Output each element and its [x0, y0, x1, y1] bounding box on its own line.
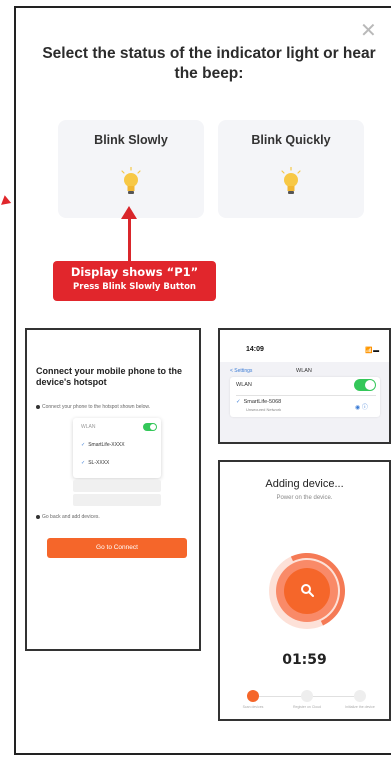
wlan-header: WLAN: [296, 368, 312, 374]
signal-battery-icon: 📶 ▬: [365, 348, 379, 354]
step-register-cloud: Register on Cloud: [287, 690, 327, 710]
close-icon[interactable]: ✕: [360, 18, 377, 42]
check-icon: ✓: [81, 460, 86, 466]
wlan-row-label: WLAN: [236, 382, 252, 388]
placeholder-row: [73, 480, 161, 492]
arrow-shaft: [128, 212, 131, 262]
blink-slowly-option[interactable]: Blink Slowly: [58, 120, 204, 218]
hotspot-title: Connect your mobile phone to the device'…: [36, 366, 182, 387]
wlan-toggle[interactable]: [354, 379, 376, 391]
network-item[interactable]: ✓ SmartLife-XXXX: [73, 438, 161, 452]
wlan-settings-panel: 14:09 📶 ▬ < Settings WLAN WLAN ✓ SmartLif…: [218, 328, 391, 444]
search-icon: [301, 584, 314, 597]
callout-line-1: Display shows “P1”: [70, 265, 199, 279]
bulb-icon: [121, 166, 141, 194]
step-text: Connect your phone to the hotspot shown …: [42, 404, 151, 410]
network-subtitle: Unsecured Network: [246, 407, 282, 412]
step-indicator-icon: [247, 690, 259, 702]
bulb-icon: [281, 166, 301, 194]
placeholder-row: [73, 494, 161, 506]
back-link[interactable]: < Settings: [230, 368, 252, 374]
option-label: Blink Quickly: [251, 133, 331, 147]
hotspot-screenshot-panel: Connect your mobile phone to the device'…: [25, 328, 201, 651]
adding-title: Adding device...: [265, 478, 344, 490]
step-label: Register on Cloud: [292, 705, 321, 709]
network-name: SmartLife-5068: [243, 399, 282, 405]
step-scan-devices: Scan devices: [233, 690, 273, 710]
instruction-callout: Display shows “P1” Press Blink Slowly Bu…: [53, 261, 216, 301]
bullet-icon: [36, 404, 40, 409]
bullet-icon: [36, 514, 40, 519]
network-name: SL-XXXX: [88, 460, 110, 466]
adding-subtitle: Power on the device.: [276, 495, 333, 501]
check-icon: ✓: [81, 442, 86, 448]
network-name: SmartLife-XXXX: [88, 442, 125, 448]
divider: [236, 395, 376, 396]
countdown-timer: 01:59: [282, 652, 327, 668]
edge-arrow-icon: [0, 195, 12, 209]
hotspot-step-1: Connect your phone to the hotspot shown …: [36, 404, 150, 410]
step-initialize: Initialize the device: [340, 690, 380, 710]
check-icon: ✓: [236, 399, 241, 405]
step-indicator-icon: [354, 690, 366, 702]
step-indicator-icon: [301, 690, 313, 702]
wlan-list-card: WLAN ✓ SmartLife-XXXX ✓ SL-XXXX: [73, 418, 161, 478]
option-label: Blink Slowly: [94, 133, 168, 147]
status-time: 14:09: [246, 346, 264, 353]
step-label: Initialize the device: [345, 705, 375, 709]
hotspot-step-2: Go back and add devices.: [36, 514, 100, 520]
go-to-connect-button[interactable]: Go to Connect: [47, 538, 187, 558]
step-label: Scan devices: [242, 705, 264, 709]
network-item[interactable]: ✓ SL-XXXX: [73, 456, 161, 470]
wlan-toggle[interactable]: [143, 423, 157, 431]
connected-network[interactable]: ✓ SmartLife-5068 Unsecured Network: [236, 399, 281, 414]
step-text: Go back and add devices.: [42, 514, 100, 520]
wifi-info-icon[interactable]: ◉ ⓘ: [355, 402, 368, 411]
dialog-title: Select the status of the indicator light…: [42, 45, 376, 82]
bottom-divider: [14, 753, 391, 755]
adding-device-panel: Adding device... Power on the device. 01…: [218, 460, 391, 721]
wlan-header-text: WLAN: [81, 424, 96, 430]
blink-quickly-option[interactable]: Blink Quickly: [218, 120, 364, 218]
callout-line-2: Press Blink Slowly Button: [73, 282, 196, 292]
